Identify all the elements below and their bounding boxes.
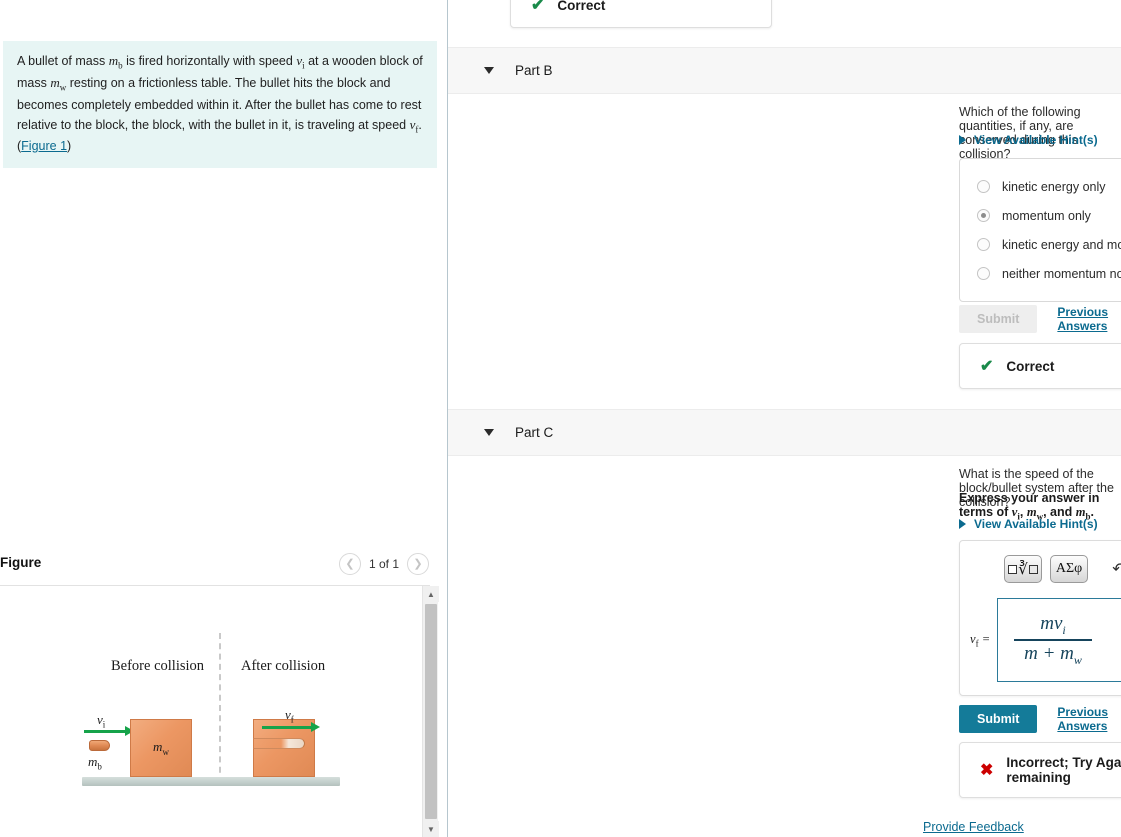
block-before: mw (130, 719, 192, 777)
scroll-thumb[interactable] (425, 604, 437, 819)
problem-text-1: A bullet of mass (17, 54, 109, 68)
part-b-title: Part B (515, 63, 553, 78)
option-label: momentum only (1002, 208, 1091, 223)
part-c-title: Part C (515, 425, 554, 440)
option-label: kinetic energy and momentum (1002, 237, 1121, 252)
radio-button[interactable] (977, 267, 990, 280)
figure-title: Figure (0, 555, 42, 570)
option-label: kinetic energy only (1002, 179, 1106, 194)
problem-text-2: is fired horizontally with speed (122, 54, 297, 68)
answer-fraction: mvi m + mw (1014, 613, 1092, 667)
part-c-result-label: Incorrect; Try Again; 3 attempts remaini… (1006, 755, 1121, 785)
problem-text-4: resting on a frictionless table. The bul… (17, 76, 422, 132)
option-kinetic-energy-only[interactable]: kinetic energy only (960, 172, 1121, 201)
undo-icon[interactable]: ↶ (1105, 556, 1121, 582)
part-a-result-area: ✔ Correct (510, 0, 772, 28)
part-c-submit-button[interactable]: Submit (959, 705, 1038, 733)
figure-label-v-final: vf (285, 707, 294, 725)
bullet-embedded-after (253, 738, 305, 749)
fraction-numerator: mvi (1040, 613, 1066, 637)
chevron-down-icon[interactable] (484, 429, 494, 436)
check-icon: ✔ (980, 358, 994, 375)
figure-navigation: ❮ 1 of 1 ❯ (338, 553, 429, 575)
bullet-before (89, 740, 110, 751)
part-b-result-label: Correct (1006, 358, 1055, 374)
symbol-mass-block: m (50, 75, 60, 91)
radio-button[interactable] (977, 238, 990, 251)
part-c-result-area: ✖ Incorrect; Try Again; 3 attempts remai… (959, 742, 1121, 798)
part-b-submit-row: Submit Previous Answers (959, 305, 1121, 333)
answer-lhs: vf = (970, 631, 991, 649)
part-b-submit-button[interactable]: Submit (959, 305, 1038, 333)
fraction-denominator: m + mw (1024, 642, 1082, 667)
math-toolbar: ∛ ΑΣφ ↶ ↷ ↻ ⌨ ? (1004, 555, 1121, 583)
table-surface (82, 777, 340, 786)
answer-input-field[interactable]: mvi m + mw (997, 598, 1121, 682)
option-neither[interactable]: neither momentum nor kinetic energy (960, 259, 1121, 288)
problem-text-5: . (418, 117, 422, 132)
right-pane: ✔ Correct Part B Which of the following … (448, 0, 1121, 837)
figure-counter: 1 of 1 (368, 557, 399, 571)
figure-label-v-initial: vi (97, 712, 106, 730)
part-b-hint-link[interactable]: View Available Hint(s) (959, 133, 1098, 147)
figure-diagram (0, 586, 422, 829)
chevron-right-icon (959, 519, 966, 529)
provide-feedback-link[interactable]: Provide Feedback (923, 820, 1024, 834)
part-c-header[interactable]: Part C (448, 409, 1121, 456)
answer-equation-row: vf = mvi m + mw (970, 598, 1121, 682)
figure-scrollbar[interactable]: ▲ ▼ (422, 586, 439, 837)
figure-1-link[interactable]: Figure 1 (21, 139, 67, 153)
part-c-result-banner: ✖ Incorrect; Try Again; 3 attempts remai… (959, 742, 1121, 798)
part-b-options: kinetic energy only momentum only kineti… (959, 158, 1121, 302)
part-c-hint-label: View Available Hint(s) (974, 517, 1098, 531)
part-c-answer-editor: ∛ ΑΣφ ↶ ↷ ↻ ⌨ ? vf = mvi m + mw (959, 540, 1121, 696)
velocity-arrow-initial (84, 726, 134, 736)
part-a-result-banner: ✔ Correct (510, 0, 772, 28)
part-b-result-banner: ✔ Correct (959, 343, 1121, 389)
part-c-submit-row: Submit Previous Answers (959, 705, 1121, 733)
figure-label-mass-bullet: mb (88, 754, 102, 772)
symbol-mass-bullet: m (108, 53, 119, 68)
block-mass-label-before: mw (153, 739, 169, 757)
part-b-previous-answers-link[interactable]: Previous Answers (1057, 305, 1121, 333)
part-a-result-label: Correct (557, 0, 606, 13)
figure-prev-button[interactable]: ❮ (338, 553, 361, 575)
velocity-arrow-final (262, 722, 320, 732)
check-icon: ✔ (531, 0, 545, 14)
problem-statement: A bullet of mass mb is fired horizontall… (3, 41, 437, 168)
part-c-hint-link[interactable]: View Available Hint(s) (959, 517, 1098, 531)
radio-button-selected[interactable] (977, 209, 990, 222)
part-b-result-area: ✔ Correct (959, 343, 1121, 389)
scroll-up-button[interactable]: ▲ (423, 586, 439, 602)
option-momentum-only[interactable]: momentum only (960, 201, 1121, 230)
scroll-down-button[interactable]: ▼ (423, 821, 439, 837)
left-pane: A bullet of mass mb is fired horizontall… (0, 0, 447, 837)
figure-after-label: After collision (241, 658, 326, 674)
template-radical-icon[interactable]: ∛ (1004, 555, 1042, 583)
part-b-header[interactable]: Part B (448, 47, 1121, 94)
chevron-down-icon[interactable] (484, 67, 494, 74)
greek-symbols-button[interactable]: ΑΣφ (1050, 555, 1088, 583)
radio-button[interactable] (977, 180, 990, 193)
chevron-right-icon (959, 135, 966, 145)
option-label: neither momentum nor kinetic energy (1002, 266, 1121, 281)
part-c-previous-answers-link[interactable]: Previous Answers (1057, 705, 1121, 733)
part-b-hint-label: View Available Hint(s) (974, 133, 1098, 147)
page-root: A bullet of mass mb is fired horizontall… (0, 0, 1121, 837)
figure-header: Figure ❮ 1 of 1 ❯ (0, 548, 447, 584)
cross-icon: ✖ (980, 762, 994, 779)
option-kinetic-energy-and-momentum[interactable]: kinetic energy and momentum (960, 230, 1121, 259)
figure-before-label: Before collision (111, 658, 205, 674)
figure-phase-separator (219, 633, 221, 783)
figure-next-button[interactable]: ❯ (407, 553, 429, 575)
